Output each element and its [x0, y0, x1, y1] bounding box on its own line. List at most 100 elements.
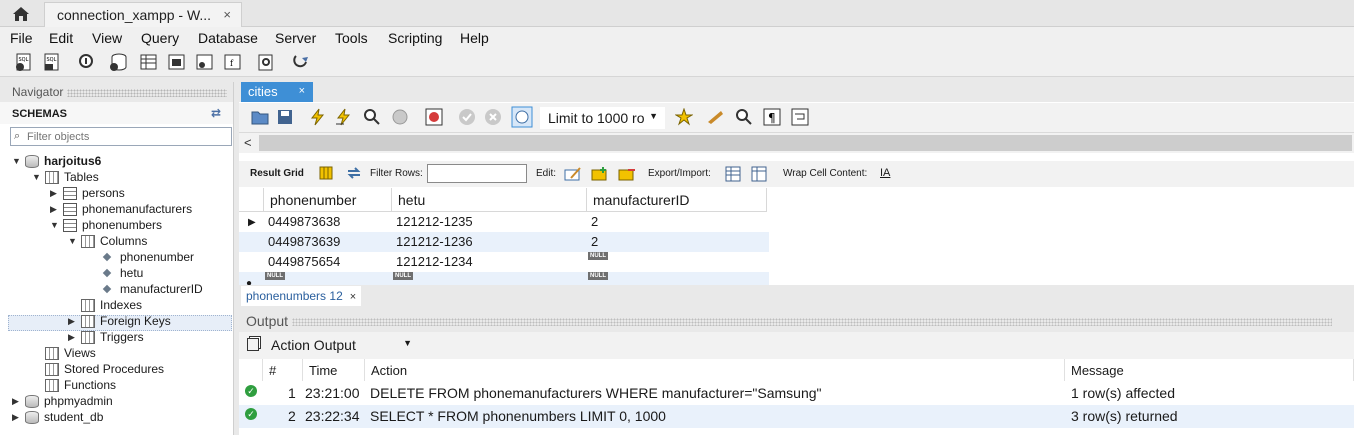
- collapse-arrow-icon[interactable]: ▶: [50, 204, 60, 215]
- null-badge[interactable]: NULL: [588, 252, 608, 260]
- column-header[interactable]: #: [263, 359, 303, 381]
- reconnect-icon[interactable]: [290, 52, 310, 72]
- find-icon[interactable]: [735, 108, 753, 126]
- column-header[interactable]: Time: [303, 359, 365, 381]
- table-cell[interactable]: 0449875654: [264, 252, 340, 272]
- tab-cities[interactable]: cities ×: [241, 82, 313, 102]
- menu-edit[interactable]: Edit: [49, 30, 73, 46]
- invisible-chars-icon[interactable]: ¶: [763, 108, 781, 126]
- wrap-lines-icon[interactable]: [791, 108, 809, 126]
- menu-tools[interactable]: Tools: [335, 30, 368, 46]
- table-cell[interactable]: 2: [587, 212, 598, 232]
- limit-rows-select[interactable]: Limit to 1000 ro ▼: [540, 107, 665, 129]
- close-icon[interactable]: ×: [350, 291, 356, 303]
- table-cell[interactable]: 121212-1235: [392, 212, 473, 232]
- insert-row-icon[interactable]: [591, 166, 609, 182]
- add-snippet-icon[interactable]: [675, 108, 693, 126]
- tree-schema-student_db[interactable]: ▶ student_db: [12, 409, 103, 425]
- stop-icon[interactable]: [391, 108, 409, 126]
- horizontal-scrollbar[interactable]: <: [239, 133, 1354, 153]
- expand-arrow-icon[interactable]: ▼: [50, 220, 60, 230]
- save-icon[interactable]: [277, 109, 293, 125]
- scroll-left-icon[interactable]: <: [244, 135, 252, 150]
- filter-objects-input[interactable]: [27, 129, 227, 144]
- null-badge[interactable]: NULL: [393, 272, 413, 280]
- table-cell[interactable]: 2: [587, 232, 598, 252]
- execute-current-icon[interactable]: [335, 108, 353, 126]
- toggle-error-icon[interactable]: [425, 108, 443, 126]
- open-sql-script-icon[interactable]: SQL: [42, 52, 62, 72]
- create-table-icon[interactable]: [138, 52, 158, 72]
- menu-file[interactable]: File: [10, 30, 33, 46]
- copy-icon[interactable]: [247, 338, 259, 351]
- tree-table-phonemanufacturers[interactable]: ▶ phonemanufacturers: [50, 201, 192, 217]
- rollback-icon[interactable]: [484, 108, 502, 126]
- table-row[interactable]: ✓ 2 23:22:34 SELECT * FROM phonenumbers …: [239, 405, 1354, 428]
- collapse-arrow-icon[interactable]: ▶: [68, 316, 78, 327]
- table-cell[interactable]: 0449873639: [264, 232, 340, 252]
- grid-view-icon[interactable]: [319, 166, 333, 180]
- execute-icon[interactable]: [309, 108, 327, 126]
- drag-handle[interactable]: [67, 88, 228, 97]
- menu-database[interactable]: Database: [198, 30, 258, 46]
- commit-icon[interactable]: [458, 108, 476, 126]
- tree-columns[interactable]: ▼ Columns: [68, 233, 147, 249]
- tree-column-manufacturerID[interactable]: manufacturerID: [100, 281, 203, 297]
- expand-arrow-icon[interactable]: ▼: [68, 236, 78, 246]
- collapse-arrow-icon[interactable]: ▶: [12, 396, 22, 407]
- menu-scripting[interactable]: Scripting: [388, 30, 442, 46]
- connection-tab[interactable]: connection_xampp - W... ×: [44, 2, 242, 27]
- scrollbar-thumb[interactable]: [259, 135, 1352, 151]
- tree-tables[interactable]: ▼ Tables: [32, 169, 99, 185]
- drag-handle[interactable]: [292, 318, 1333, 327]
- beautify-icon[interactable]: [707, 108, 725, 126]
- menu-view[interactable]: View: [92, 30, 122, 46]
- open-file-icon[interactable]: [251, 109, 269, 125]
- tree-views[interactable]: Views: [45, 345, 96, 361]
- export-icon[interactable]: [725, 166, 741, 182]
- collapse-arrow-icon[interactable]: ▶: [68, 332, 78, 343]
- wrap-cell-icon[interactable]: IA: [880, 167, 890, 179]
- column-header[interactable]: Action: [365, 359, 1065, 381]
- home-icon[interactable]: [8, 4, 34, 24]
- collapse-arrow-icon[interactable]: ▶: [12, 412, 22, 423]
- explain-icon[interactable]: [363, 108, 381, 126]
- column-header[interactable]: hetu: [392, 188, 587, 212]
- close-icon[interactable]: ×: [299, 85, 305, 97]
- close-icon[interactable]: ×: [223, 7, 231, 22]
- collapse-arrow-icon[interactable]: ▶: [50, 188, 60, 199]
- tree-schema-phpmyadmin[interactable]: ▶ phpmyadmin: [12, 393, 113, 409]
- tree-stored-procedures[interactable]: Stored Procedures: [45, 361, 164, 377]
- create-procedure-icon[interactable]: [194, 52, 214, 72]
- menu-server[interactable]: Server: [275, 30, 316, 46]
- filter-objects-field[interactable]: ⌕: [10, 127, 232, 146]
- delete-row-icon[interactable]: [618, 166, 636, 182]
- tree-column-hetu[interactable]: hetu: [100, 265, 143, 281]
- result-grid-label[interactable]: Result Grid: [250, 168, 304, 179]
- import-icon[interactable]: [751, 166, 767, 182]
- menu-query[interactable]: Query: [141, 30, 179, 46]
- new-sql-tab-icon[interactable]: SQL: [14, 52, 34, 72]
- null-badge[interactable]: NULL: [265, 272, 285, 280]
- refresh-icon[interactable]: [346, 166, 362, 180]
- null-badge[interactable]: NULL: [588, 272, 608, 280]
- edit-row-icon[interactable]: [564, 166, 582, 182]
- output-type-select[interactable]: Action Output ▼: [266, 335, 414, 357]
- table-cell[interactable]: 121212-1236: [392, 232, 473, 252]
- expand-arrow-icon[interactable]: ▼: [32, 172, 42, 182]
- refresh-icon[interactable]: ⇄: [211, 106, 221, 120]
- menu-help[interactable]: Help: [460, 30, 489, 46]
- table-row[interactable]: ✓ 1 23:21:00 DELETE FROM phonemanufactur…: [239, 382, 1354, 405]
- tree-foreign-keys[interactable]: ▶ Foreign Keys: [68, 313, 171, 329]
- create-view-icon[interactable]: [166, 52, 186, 72]
- inspector-icon[interactable]: [76, 52, 96, 72]
- search-table-data-icon[interactable]: [256, 52, 276, 72]
- tab-phonenumbers-12[interactable]: phonenumbers 12 ×: [241, 286, 361, 306]
- table-cell[interactable]: 121212-1234: [392, 252, 473, 272]
- create-schema-icon[interactable]: [108, 52, 128, 72]
- tree-schema-harjoitus6[interactable]: ▼ harjoitus6: [12, 153, 101, 169]
- create-function-icon[interactable]: f: [222, 52, 242, 72]
- tree-column-phonenumber[interactable]: phonenumber: [100, 249, 194, 265]
- column-header[interactable]: manufacturerID: [587, 188, 767, 212]
- tree-table-persons[interactable]: ▶ persons: [50, 185, 125, 201]
